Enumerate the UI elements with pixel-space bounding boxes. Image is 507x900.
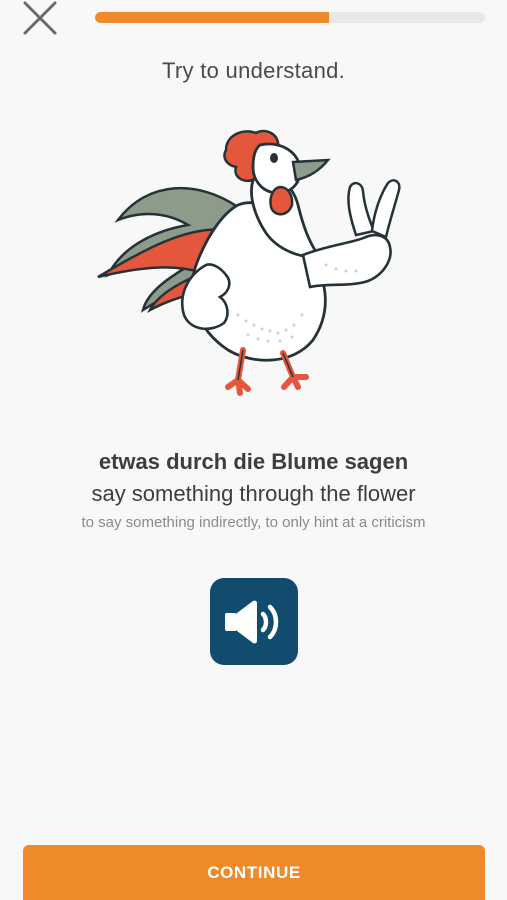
progress-bar-fill	[95, 12, 329, 23]
phrase-literal-translation: say something through the flower	[91, 481, 416, 506]
continue-button[interactable]: CONTINUE	[23, 845, 485, 900]
lesson-screen: Try to understand. etwas durch die Blume…	[0, 0, 507, 900]
progress-bar	[95, 12, 485, 23]
instruction-text: Try to understand.	[161, 58, 346, 83]
close-button[interactable]	[20, 0, 60, 36]
phrase-german: etwas durch die Blume sagen	[98, 449, 409, 474]
speaker-icon	[225, 600, 279, 643]
phrase-meaning: to say something indirectly, to only hin…	[81, 514, 426, 531]
rooster-peace-sign-illustration	[88, 125, 423, 410]
play-audio-button[interactable]	[210, 578, 298, 665]
close-icon	[23, 1, 57, 35]
